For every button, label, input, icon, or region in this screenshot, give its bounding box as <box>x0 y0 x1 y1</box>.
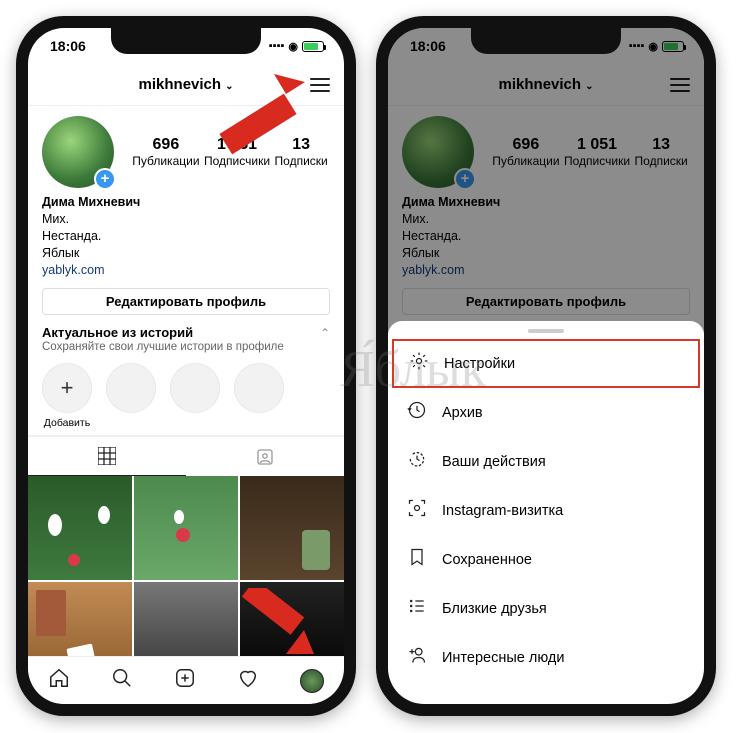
phone-right: 18:06 ▪▪▪▪ ◉ mikhnevich⌄ + 696Публикации… <box>376 16 716 716</box>
highlight-placeholder <box>234 363 284 413</box>
add-story-icon[interactable]: + <box>94 168 116 190</box>
tab-grid[interactable] <box>28 437 186 476</box>
notch <box>471 28 621 54</box>
menu-nametag[interactable]: Instagram-визитка <box>388 486 704 535</box>
notch <box>111 28 261 54</box>
grid-icon <box>98 447 116 465</box>
menu-discover[interactable]: Интересные люди <box>388 633 704 682</box>
bio-name: Дима Михневич <box>42 194 330 211</box>
phone-left: 18:06 ▪▪▪▪ ◉ mikhnevich⌄ + 696 Публи <box>16 16 356 716</box>
activity-icon <box>406 449 428 474</box>
bio-link[interactable]: yablyk.com <box>42 262 330 279</box>
post-thumb[interactable] <box>28 476 132 580</box>
highlight-placeholder <box>106 363 156 413</box>
nametag-icon <box>406 498 428 523</box>
menu-label: Instagram-визитка <box>442 503 563 519</box>
gear-icon <box>408 351 430 376</box>
profile-tab-icon[interactable] <box>300 669 324 693</box>
menu-settings[interactable]: Настройки <box>392 339 700 388</box>
annotation-arrow <box>210 74 320 164</box>
menu-sheet: Настройки Архив Ваши действия Instagram-… <box>388 321 704 704</box>
bio-line: Нестанда. <box>42 228 330 245</box>
menu-label: Интересные люди <box>442 650 564 666</box>
bio-line: Мих. <box>42 211 330 228</box>
heart-icon[interactable] <box>237 667 259 695</box>
add-user-icon <box>406 645 428 670</box>
menu-label: Архив <box>442 405 483 421</box>
menu-label: Ваши действия <box>442 454 546 470</box>
tab-tagged[interactable] <box>186 437 344 476</box>
wifi-icon: ◉ <box>288 40 298 53</box>
home-icon[interactable] <box>48 667 70 695</box>
bio: Дима Михневич Мих. Нестанда. Яблык yably… <box>28 188 344 280</box>
highlight-add[interactable]: + Добавить <box>42 363 92 429</box>
highlights-subtitle: Сохраняйте свои лучшие истории в профиле <box>42 341 330 353</box>
menu-label: Сохраненное <box>442 552 532 568</box>
avatar[interactable]: + <box>42 116 114 188</box>
menu-archive[interactable]: Архив <box>388 388 704 437</box>
chevron-up-icon[interactable]: ⌃ <box>320 326 330 340</box>
status-time: 18:06 <box>50 38 86 54</box>
archive-icon <box>406 400 428 425</box>
add-post-icon[interactable] <box>174 667 196 695</box>
username-label: mikhnevich <box>139 76 222 93</box>
menu-label: Близкие друзья <box>442 601 547 617</box>
screen-right: 18:06 ▪▪▪▪ ◉ mikhnevich⌄ + 696Публикации… <box>388 28 704 704</box>
annotation-arrow <box>236 588 326 668</box>
edit-profile-button[interactable]: Редактировать профиль <box>42 288 330 315</box>
menu-close-friends[interactable]: Близкие друзья <box>388 584 704 633</box>
search-icon[interactable] <box>111 667 133 695</box>
list-icon <box>406 596 428 621</box>
menu-saved[interactable]: Сохраненное <box>388 535 704 584</box>
battery-icon <box>302 41 324 52</box>
post-thumb[interactable] <box>240 476 344 580</box>
menu-label: Настройки <box>444 356 515 372</box>
bookmark-icon <box>406 547 428 572</box>
tabs <box>28 436 344 476</box>
highlights-title: Актуальное из историй <box>42 325 193 340</box>
plus-icon: + <box>42 363 92 413</box>
sheet-grabber[interactable] <box>528 329 564 333</box>
highlight-placeholder <box>170 363 220 413</box>
bio-line: Яблык <box>42 245 330 262</box>
post-thumb[interactable] <box>134 476 238 580</box>
screen-left: 18:06 ▪▪▪▪ ◉ mikhnevich⌄ + 696 Публи <box>28 28 344 704</box>
stat-posts[interactable]: 696 Публикации <box>132 136 199 168</box>
tagged-icon <box>256 448 274 466</box>
signal-icon: ▪▪▪▪ <box>269 40 285 52</box>
highlights-section: Актуальное из историй ⌃ Сохраняйте свои … <box>28 325 344 436</box>
menu-activity[interactable]: Ваши действия <box>388 437 704 486</box>
